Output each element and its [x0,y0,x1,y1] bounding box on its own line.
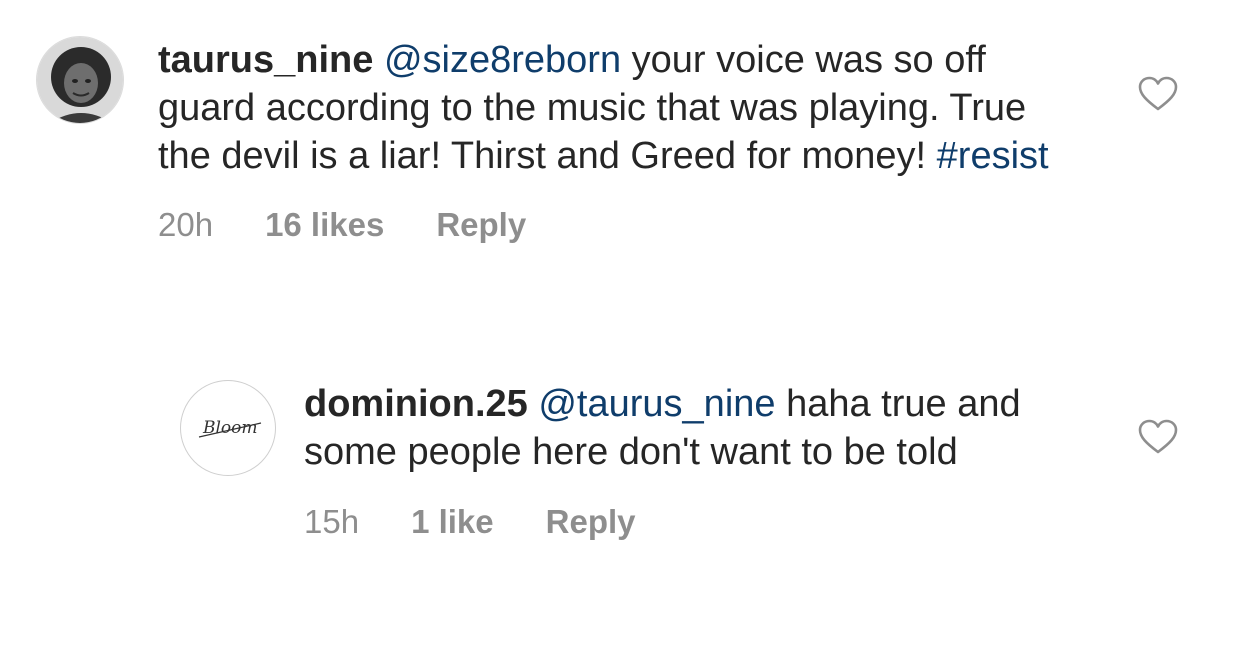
comments-thread: taurus_nine @size8reborn your voice was … [0,0,1242,647]
reply-button[interactable]: Reply [546,503,636,541]
comment-username[interactable]: dominion.25 [304,383,528,425]
comment-text: dominion.25 @taurus_nine haha true and s… [304,380,1084,476]
mention-link[interactable]: @size8reborn [384,39,621,81]
avatar[interactable]: Bloom [180,380,276,476]
heart-outline-icon[interactable] [1138,419,1178,455]
mention-link[interactable]: @taurus_nine [538,383,775,425]
profile-photo [37,37,123,123]
comment-text: taurus_nine @size8reborn your voice was … [158,36,1058,180]
heart-outline-icon[interactable] [1138,76,1178,112]
reply-button[interactable]: Reply [436,206,526,244]
hashtag-link[interactable]: #resist [937,135,1049,177]
comment: taurus_nine @size8reborn your voice was … [36,36,1058,244]
comment-meta: 15h 1 like Reply [304,503,1084,541]
comment-body: dominion.25 @taurus_nine haha true and s… [304,380,1084,541]
comment-body: taurus_nine @size8reborn your voice was … [158,36,1058,244]
bloom-logo: Bloom [198,418,262,438]
comment-username[interactable]: taurus_nine [158,39,373,81]
likes-count[interactable]: 16 likes [265,206,384,244]
avatar[interactable] [36,36,124,124]
comment-time: 15h [304,503,360,540]
comment-time: 20h [158,206,214,243]
comment-meta: 20h 16 likes Reply [158,206,1058,244]
reply-comment: Bloom dominion.25 @taurus_nine haha true… [180,380,1084,541]
likes-count[interactable]: 1 like [411,503,494,541]
